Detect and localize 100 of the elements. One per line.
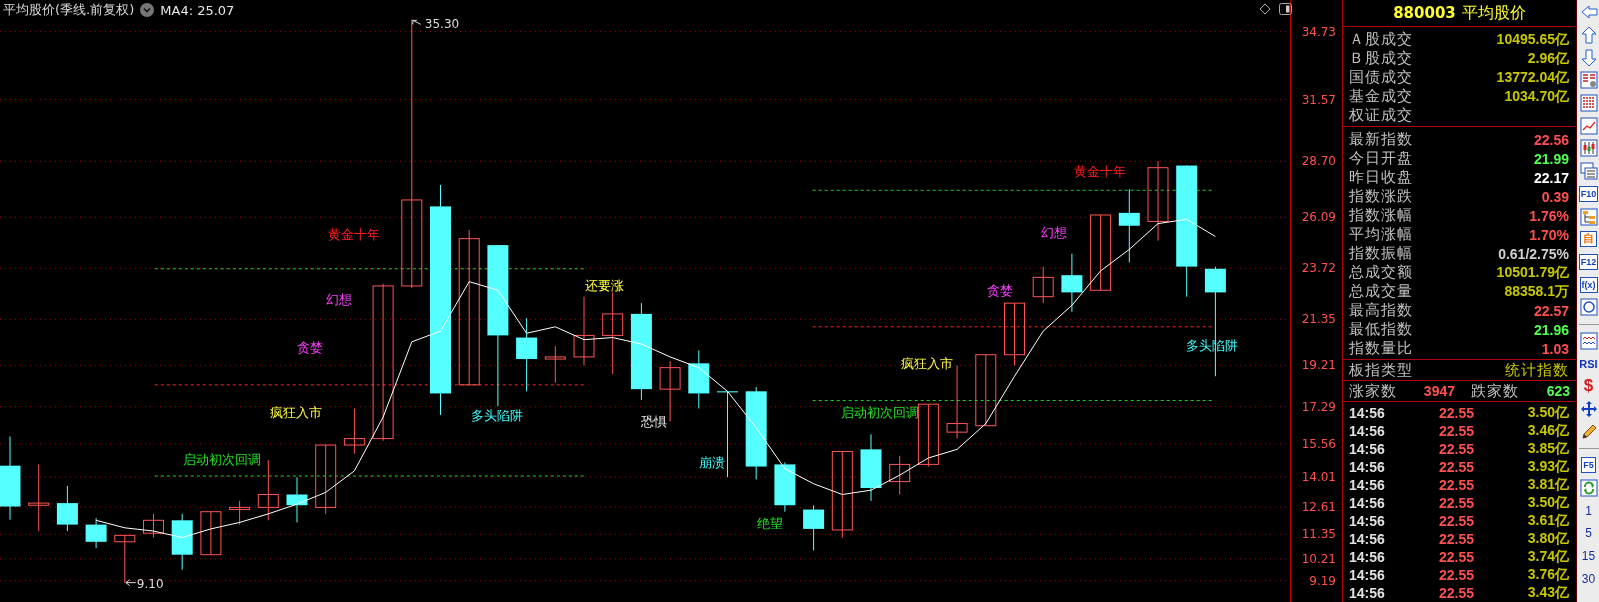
pencil-icon[interactable] (1579, 422, 1598, 441)
candlestick (544, 345, 566, 384)
candlestick (114, 534, 136, 584)
report-icon[interactable] (1579, 71, 1598, 90)
tick-price: 22.55 (1437, 531, 1475, 547)
candlestick (229, 500, 251, 526)
tick-price: 22.55 (1437, 423, 1475, 439)
panel-toggle-icon[interactable] (1279, 3, 1292, 15)
refresh-icon[interactable] (1579, 479, 1598, 498)
tick-volume: 3.61亿 (1526, 512, 1569, 530)
chart-annotation: 贪婪 (296, 340, 323, 355)
tick-price: 22.55 (1437, 567, 1475, 583)
field-value: 21.96 (1533, 321, 1569, 338)
toolbar-button[interactable]: F10 (1578, 185, 1599, 202)
candlestick (85, 517, 107, 549)
tick-volume: 3.85亿 (1526, 440, 1569, 458)
chart-annotation: 黄金十年 (1074, 164, 1127, 180)
chart-annotation: 还要涨 (585, 278, 625, 294)
candlestick (573, 296, 595, 366)
circle-icon[interactable] (1579, 298, 1598, 317)
toolbar-button[interactable]: f(x) (1579, 276, 1598, 293)
chart-annotation: 贪婪 (986, 283, 1013, 299)
candlestick (171, 513, 193, 571)
toolbar-button[interactable]: 5 (1585, 526, 1592, 541)
move-icon[interactable] (1579, 400, 1598, 419)
axis-label: 23.72 (1301, 261, 1336, 276)
field-label: 指数涨幅 (1349, 206, 1413, 225)
field-label: 权证成交 (1349, 106, 1413, 125)
candlestick (774, 461, 796, 513)
field-label: 板指类型 (1349, 360, 1413, 380)
tick-volume: 3.43亿 (1526, 584, 1569, 602)
axis-label: 34.73 (1301, 24, 1336, 39)
candlestick (1032, 266, 1054, 304)
field-value: 2.96亿 (1527, 49, 1569, 68)
field-label: 跌家数 (1471, 381, 1519, 401)
field-label: 今日开盘 (1349, 149, 1413, 168)
chart-annotation: 疯狂入市 (900, 356, 953, 372)
field-value: 1.03 (1541, 340, 1569, 357)
axis-label: 26.09 (1301, 210, 1336, 225)
chart-annotation: 启动初次回调 (183, 452, 262, 467)
tick-volume: 3.93亿 (1526, 458, 1569, 476)
axis-label: 14.01 (1301, 470, 1336, 485)
candlestick (343, 408, 365, 455)
field-label: 最新指数 (1349, 130, 1413, 149)
tick-price: 22.55 (1437, 459, 1475, 475)
back-arrow-icon[interactable] (1579, 3, 1598, 22)
candlestick (1004, 302, 1025, 366)
axis-label: 12.61 (1301, 500, 1336, 515)
tick-price: 22.55 (1437, 477, 1475, 493)
windows-icon[interactable] (1579, 162, 1598, 181)
chart-title: 平均股价(季线.前复权) (3, 1, 135, 19)
chart-annotation: 多头陷阱 (471, 407, 524, 423)
field-value: 10495.65亿 (1496, 30, 1569, 49)
field-value: 22.17 (1533, 169, 1569, 186)
tree-icon[interactable] (1579, 207, 1598, 226)
wave-chart-icon[interactable] (1579, 331, 1598, 350)
tick-price: 22.55 (1437, 585, 1475, 601)
up-arrow-icon[interactable] (1579, 26, 1598, 45)
field-label: 最高指数 (1349, 301, 1413, 320)
toolbar-button[interactable]: $ (1583, 377, 1594, 396)
field-value: 88358.1万 (1504, 282, 1569, 301)
toolbar-button[interactable]: F12 (1578, 253, 1599, 270)
tick-volume: 3.80亿 (1526, 530, 1569, 548)
toolbar-button[interactable]: RSI (1579, 357, 1598, 370)
tick-volume: 3.76亿 (1526, 566, 1569, 584)
chart-annotation: 崩溃 (699, 455, 725, 471)
field-label: Ｂ股成交 (1349, 49, 1413, 68)
tick-volume: 3.50亿 (1526, 494, 1569, 512)
field-value: 22.57 (1533, 302, 1569, 319)
axis-label: 11.35 (1301, 527, 1336, 542)
candlestick (860, 433, 882, 502)
candlestick-icon[interactable] (1579, 139, 1598, 158)
tick-price: 22.55 (1437, 495, 1475, 511)
decline-count: 623 (1546, 383, 1570, 399)
candlestick (286, 476, 308, 523)
field-value: 0.39 (1541, 188, 1569, 205)
table-icon[interactable] (1579, 94, 1598, 113)
tick-time: 14:56 (1349, 495, 1386, 511)
line-chart-icon[interactable] (1579, 116, 1598, 135)
tick-time: 14:56 (1349, 585, 1386, 601)
field-value: 1.76% (1529, 207, 1569, 224)
diamond-icon[interactable] (1259, 3, 1271, 15)
field-label: 总成交额 (1349, 263, 1413, 282)
down-arrow-icon[interactable] (1579, 48, 1598, 67)
candlestick (56, 485, 78, 532)
toolbar-button[interactable]: 30 (1581, 571, 1596, 586)
axis-label: 28.70 (1301, 154, 1336, 169)
toolbar-button[interactable]: F5 (1581, 457, 1596, 474)
field-label: 指数涨跌 (1349, 187, 1413, 206)
axis-label: 21.35 (1301, 312, 1336, 327)
toolbar-button[interactable]: 15 (1581, 549, 1596, 564)
field-label: 国债成交 (1349, 68, 1413, 87)
toolbar-button[interactable]: 1 (1585, 503, 1592, 518)
field-value: 10501.79亿 (1496, 263, 1569, 282)
candlestick (28, 463, 50, 532)
annotation: 35.30 (424, 17, 460, 32)
chart-annotation: 疯狂入市 (270, 405, 323, 421)
tick-time: 14:56 (1349, 459, 1386, 475)
tick-volume: 3.81亿 (1526, 476, 1569, 494)
tick-volume: 3.50亿 (1526, 404, 1569, 422)
